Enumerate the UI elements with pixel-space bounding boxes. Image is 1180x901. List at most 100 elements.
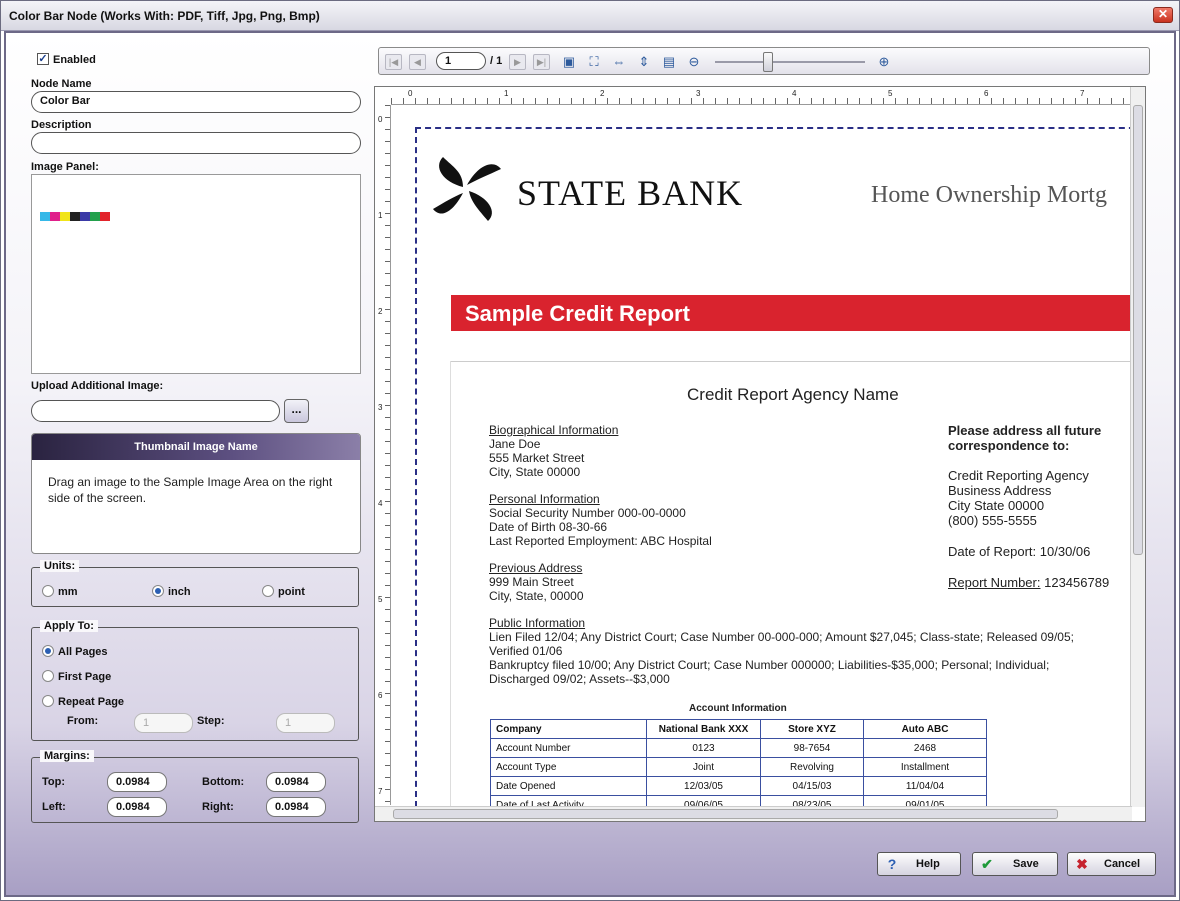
next-page-icon[interactable]: ▶ bbox=[509, 54, 526, 70]
document-subtitle: Home Ownership Mortg bbox=[871, 182, 1107, 208]
page-number-input[interactable]: 1 bbox=[436, 52, 486, 70]
upload-label: Upload Additional Image: bbox=[31, 380, 164, 392]
viewer-toolbar: |◀ ◀ 1 / 1 ▶ ▶| ▣ ⛶ ⇔ ⇕ ▤ ⊖ ⊕ bbox=[378, 47, 1150, 75]
thumbnail-header: Thumbnail Image Name bbox=[32, 434, 360, 460]
table-cell: Installment bbox=[863, 757, 987, 777]
units-legend: Units: bbox=[40, 560, 80, 572]
ruler-number: 7 bbox=[378, 787, 383, 796]
vertical-scroll-thumb[interactable] bbox=[1133, 105, 1143, 555]
agency-address-line: Credit Reporting Agency bbox=[948, 468, 1089, 483]
ruler-number: 3 bbox=[378, 403, 383, 412]
agency-address-line: City State 00000 bbox=[948, 498, 1045, 513]
table-header: Company bbox=[490, 719, 647, 739]
from-label: From: bbox=[67, 715, 99, 727]
table-row: Account Number 0123 98-7654 2468 bbox=[490, 738, 987, 758]
horizontal-scrollbar[interactable] bbox=[375, 806, 1132, 821]
node-name-field[interactable]: Color Bar bbox=[31, 91, 361, 113]
zoom-in-icon[interactable]: ⊕ bbox=[875, 53, 893, 71]
close-icon[interactable]: ✕ bbox=[1153, 7, 1173, 23]
table-cell: 12/03/05 bbox=[646, 776, 761, 796]
node-name-label: Node Name bbox=[31, 78, 92, 90]
image-icon[interactable]: ▣ bbox=[560, 53, 578, 71]
color-bar-swatch bbox=[100, 212, 110, 221]
sample-image-area[interactable]: 01234567 01234567 STATE BANK Home Owners… bbox=[374, 86, 1146, 822]
description-field[interactable] bbox=[31, 132, 361, 154]
section-divider-left bbox=[450, 361, 451, 807]
horizontal-scroll-thumb[interactable] bbox=[393, 809, 1058, 819]
margin-right-field[interactable]: 0.0984 bbox=[266, 797, 326, 817]
all-pages-radio[interactable] bbox=[42, 645, 54, 657]
last-page-icon[interactable]: ▶| bbox=[533, 54, 550, 70]
bank-name: STATE BANK bbox=[517, 173, 744, 213]
fit-width-icon[interactable]: ⇔ bbox=[610, 53, 628, 71]
bank-logo-icon bbox=[433, 157, 501, 221]
agency-address-line: (800) 555-5555 bbox=[948, 513, 1037, 528]
document-page: STATE BANK Home Ownership Mortg Sample C… bbox=[393, 107, 1145, 807]
margin-guide-left bbox=[415, 127, 417, 807]
ruler-number: 7 bbox=[1080, 89, 1085, 98]
first-page-icon[interactable]: |◀ bbox=[385, 54, 402, 70]
zoom-slider[interactable] bbox=[762, 52, 773, 72]
color-bar-swatch bbox=[50, 212, 60, 221]
image-panel[interactable] bbox=[31, 174, 361, 374]
margin-top-field[interactable]: 0.0984 bbox=[107, 772, 167, 792]
step-field[interactable]: 1 bbox=[276, 713, 335, 733]
color-bar-swatch bbox=[70, 212, 80, 221]
agency-name: Credit Report Agency Name bbox=[687, 385, 899, 404]
margin-bottom-field[interactable]: 0.0984 bbox=[266, 772, 326, 792]
margin-left-field[interactable]: 0.0984 bbox=[107, 797, 167, 817]
all-pages-label: All Pages bbox=[58, 646, 108, 658]
repeat-page-radio[interactable] bbox=[42, 695, 54, 707]
page-total: / 1 bbox=[490, 55, 503, 67]
vertical-ruler bbox=[375, 105, 391, 805]
section-divider bbox=[450, 361, 1145, 362]
first-page-radio[interactable] bbox=[42, 670, 54, 682]
cancel-button[interactable]: ✖ Cancel bbox=[1067, 852, 1156, 876]
table-cell: 11/04/04 bbox=[863, 776, 987, 796]
cancel-x-icon: ✖ bbox=[1076, 856, 1088, 872]
margin-top-label: Top: bbox=[42, 776, 66, 788]
margin-right-label: Right: bbox=[202, 801, 234, 813]
units-inch-radio[interactable] bbox=[152, 585, 164, 597]
public-info-line: Verified 01/06 bbox=[489, 644, 563, 658]
upload-image-field[interactable] bbox=[31, 400, 280, 422]
first-page-label: First Page bbox=[58, 671, 112, 683]
fit-height-icon[interactable]: ⇕ bbox=[635, 53, 653, 71]
table-cell: Date Opened bbox=[490, 776, 647, 796]
thumbnail-panel[interactable]: Thumbnail Image Name Drag an image to th… bbox=[31, 433, 361, 554]
step-label: Step: bbox=[197, 715, 225, 727]
units-mm-radio[interactable] bbox=[42, 585, 54, 597]
browse-button[interactable]: ... bbox=[284, 399, 309, 423]
description-label: Description bbox=[31, 119, 92, 131]
ruler-number: 6 bbox=[378, 691, 383, 700]
save-button[interactable]: ✔ Save bbox=[972, 852, 1058, 876]
vertical-scrollbar[interactable] bbox=[1130, 87, 1145, 807]
units-point-radio[interactable] bbox=[262, 585, 274, 597]
help-button[interactable]: ? Help bbox=[877, 852, 961, 876]
table-cell: 98-7654 bbox=[760, 738, 864, 758]
ruler-number: 2 bbox=[600, 89, 605, 98]
title-bar: Color Bar Node (Works With: PDF, Tiff, J… bbox=[1, 1, 1179, 31]
margin-left-label: Left: bbox=[42, 801, 66, 813]
window-title: Color Bar Node (Works With: PDF, Tiff, J… bbox=[9, 9, 320, 23]
fit-page-icon[interactable]: ⛶ bbox=[585, 53, 603, 71]
from-field[interactable]: 1 bbox=[134, 713, 193, 733]
zoom-slider-track bbox=[715, 61, 865, 63]
table-cell: Revolving bbox=[760, 757, 864, 777]
public-info-line: Discharged 09/02; Assets--$3,000 bbox=[489, 672, 670, 686]
public-info-line: Lien Filed 12/04; Any District Court; Ca… bbox=[489, 630, 1074, 644]
margins-group: Margins: Top: 0.0984 Bottom: 0.0984 Left… bbox=[31, 750, 359, 823]
horizontal-ruler bbox=[391, 87, 1131, 105]
enabled-label: Enabled bbox=[53, 54, 96, 66]
apply-to-group: Apply To: All Pages First Page Repeat Pa… bbox=[31, 620, 359, 741]
actual-size-icon[interactable]: ▤ bbox=[660, 53, 678, 71]
save-label: Save bbox=[1013, 858, 1039, 870]
account-title: Account Information bbox=[689, 703, 787, 714]
enabled-checkbox[interactable]: ✓ bbox=[37, 53, 49, 65]
units-inch-label: inch bbox=[168, 586, 191, 598]
table-cell: Joint bbox=[646, 757, 761, 777]
report-number: 123456789 bbox=[1044, 575, 1110, 590]
zoom-out-icon[interactable]: ⊖ bbox=[685, 53, 703, 71]
repeat-page-label: Repeat Page bbox=[58, 696, 125, 708]
prev-page-icon[interactable]: ◀ bbox=[409, 54, 426, 70]
